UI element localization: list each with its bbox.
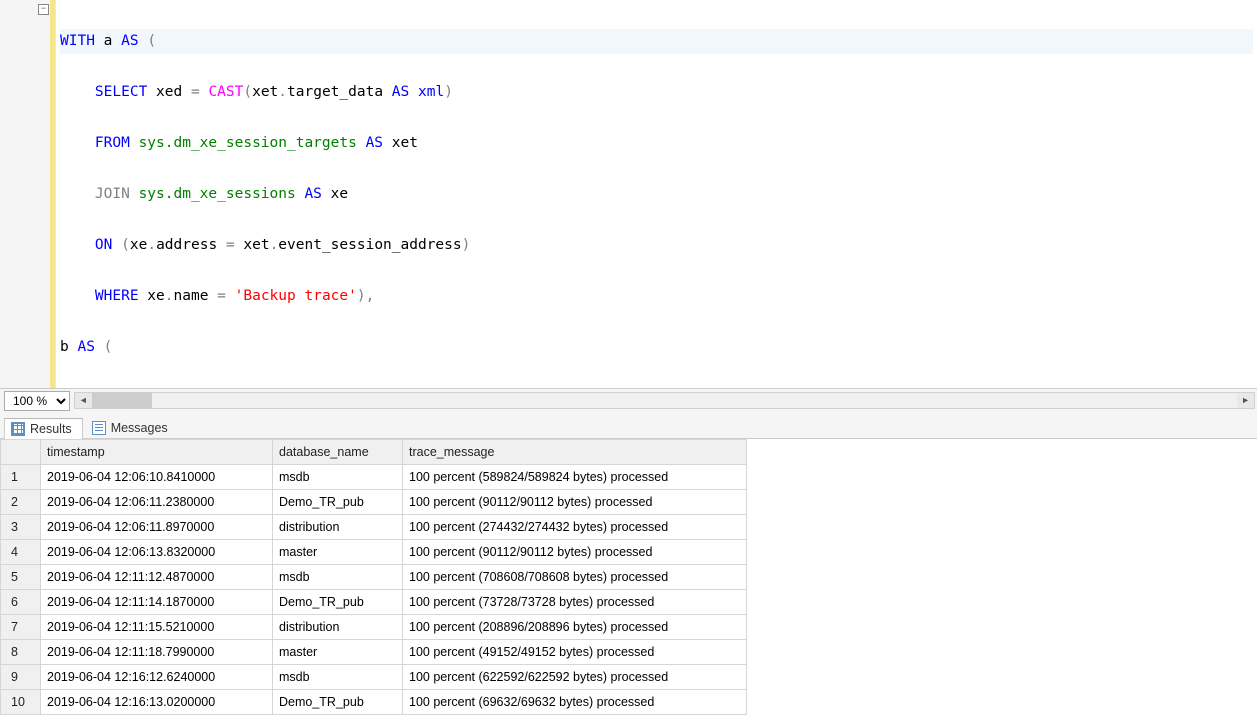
cell-trace-message[interactable]: 100 percent (208896/208896 bytes) proces… — [403, 615, 747, 640]
cell-database-name[interactable]: Demo_TR_pub — [273, 490, 403, 515]
cell-trace-message[interactable]: 100 percent (90112/90112 bytes) processe… — [403, 490, 747, 515]
cell-database-name[interactable]: Demo_TR_pub — [273, 690, 403, 715]
scroll-thumb[interactable] — [92, 393, 152, 408]
header-row: timestamp database_name trace_message — [1, 440, 747, 465]
results-table[interactable]: timestamp database_name trace_message 12… — [0, 439, 747, 715]
tab-label: Messages — [111, 421, 168, 435]
grid-icon — [11, 422, 25, 436]
row-number[interactable]: 6 — [1, 590, 41, 615]
cell-timestamp[interactable]: 2019-06-04 12:11:12.4870000 — [41, 565, 273, 590]
code-content[interactable]: WITH a AS ( SELECT xed = CAST(xet.target… — [56, 0, 1257, 388]
table-row[interactable]: 92019-06-04 12:16:12.6240000msdb100 perc… — [1, 665, 747, 690]
tab-messages[interactable]: Messages — [85, 417, 179, 438]
col-header-trace-message[interactable]: trace_message — [403, 440, 747, 465]
editor-gutter: − — [0, 0, 56, 388]
row-number[interactable]: 3 — [1, 515, 41, 540]
row-number[interactable]: 8 — [1, 640, 41, 665]
cell-timestamp[interactable]: 2019-06-04 12:11:18.7990000 — [41, 640, 273, 665]
change-indicator — [50, 0, 55, 388]
cell-database-name[interactable]: Demo_TR_pub — [273, 590, 403, 615]
cell-database-name[interactable]: master — [273, 540, 403, 565]
cell-database-name[interactable]: distribution — [273, 515, 403, 540]
horizontal-scrollbar[interactable]: ◄ ► — [74, 392, 1255, 409]
cell-timestamp[interactable]: 2019-06-04 12:11:14.1870000 — [41, 590, 273, 615]
cell-trace-message[interactable]: 100 percent (69632/69632 bytes) processe… — [403, 690, 747, 715]
row-number[interactable]: 7 — [1, 615, 41, 640]
row-number[interactable]: 2 — [1, 490, 41, 515]
cell-trace-message[interactable]: 100 percent (622592/622592 bytes) proces… — [403, 665, 747, 690]
cell-trace-message[interactable]: 100 percent (90112/90112 bytes) processe… — [403, 540, 747, 565]
col-header-timestamp[interactable]: timestamp — [41, 440, 273, 465]
result-tabs: Results Messages — [0, 412, 1257, 439]
table-row[interactable]: 32019-06-04 12:06:11.8970000distribution… — [1, 515, 747, 540]
cell-timestamp[interactable]: 2019-06-04 12:11:15.5210000 — [41, 615, 273, 640]
messages-icon — [92, 421, 106, 435]
fold-toggle[interactable]: − — [38, 4, 49, 15]
scroll-left-button[interactable]: ◄ — [75, 393, 92, 408]
cell-timestamp[interactable]: 2019-06-04 12:16:12.6240000 — [41, 665, 273, 690]
cell-timestamp[interactable]: 2019-06-04 12:06:10.8410000 — [41, 465, 273, 490]
table-row[interactable]: 42019-06-04 12:06:13.8320000master100 pe… — [1, 540, 747, 565]
cell-timestamp[interactable]: 2019-06-04 12:06:11.2380000 — [41, 490, 273, 515]
table-row[interactable]: 52019-06-04 12:11:12.4870000msdb100 perc… — [1, 565, 747, 590]
cell-trace-message[interactable]: 100 percent (73728/73728 bytes) processe… — [403, 590, 747, 615]
cell-timestamp[interactable]: 2019-06-04 12:06:13.8320000 — [41, 540, 273, 565]
cell-trace-message[interactable]: 100 percent (49152/49152 bytes) processe… — [403, 640, 747, 665]
cell-database-name[interactable]: msdb — [273, 665, 403, 690]
table-row[interactable]: 82019-06-04 12:11:18.7990000master100 pe… — [1, 640, 747, 665]
table-row[interactable]: 12019-06-04 12:06:10.8410000msdb100 perc… — [1, 465, 747, 490]
col-header-database-name[interactable]: database_name — [273, 440, 403, 465]
results-grid[interactable]: timestamp database_name trace_message 12… — [0, 439, 1257, 727]
table-row[interactable]: 102019-06-04 12:16:13.0200000Demo_TR_pub… — [1, 690, 747, 715]
row-number[interactable]: 9 — [1, 665, 41, 690]
table-row[interactable]: 72019-06-04 12:11:15.5210000distribution… — [1, 615, 747, 640]
cell-database-name[interactable]: master — [273, 640, 403, 665]
table-row[interactable]: 62019-06-04 12:11:14.1870000Demo_TR_pub1… — [1, 590, 747, 615]
cell-trace-message[interactable]: 100 percent (589824/589824 bytes) proces… — [403, 465, 747, 490]
editor-footer: 100 % ◄ ► — [0, 388, 1257, 412]
table-row[interactable]: 22019-06-04 12:06:11.2380000Demo_TR_pub1… — [1, 490, 747, 515]
cell-timestamp[interactable]: 2019-06-04 12:06:11.8970000 — [41, 515, 273, 540]
row-number[interactable]: 10 — [1, 690, 41, 715]
cell-database-name[interactable]: distribution — [273, 615, 403, 640]
cell-trace-message[interactable]: 100 percent (274432/274432 bytes) proces… — [403, 515, 747, 540]
row-number[interactable]: 5 — [1, 565, 41, 590]
row-number[interactable]: 4 — [1, 540, 41, 565]
cell-database-name[interactable]: msdb — [273, 565, 403, 590]
cell-database-name[interactable]: msdb — [273, 465, 403, 490]
cell-timestamp[interactable]: 2019-06-04 12:16:13.0200000 — [41, 690, 273, 715]
row-number[interactable]: 1 — [1, 465, 41, 490]
tab-results[interactable]: Results — [4, 418, 83, 439]
sql-editor: − WITH a AS ( SELECT xed = CAST(xet.targ… — [0, 0, 1257, 388]
zoom-level-select[interactable]: 100 % — [4, 391, 70, 411]
cell-trace-message[interactable]: 100 percent (708608/708608 bytes) proces… — [403, 565, 747, 590]
tab-label: Results — [30, 422, 72, 436]
scroll-right-button[interactable]: ► — [1237, 393, 1254, 408]
corner-cell[interactable] — [1, 440, 41, 465]
